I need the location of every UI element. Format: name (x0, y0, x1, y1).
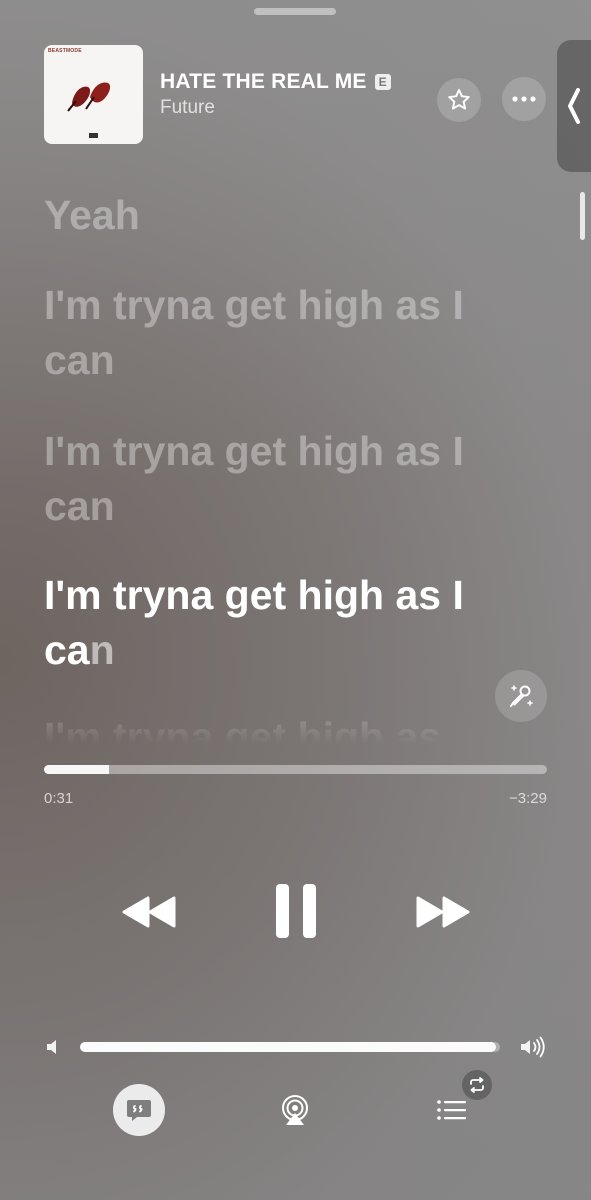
forward-icon (416, 896, 470, 928)
explicit-badge: E (374, 73, 391, 90)
favorite-button[interactable] (437, 78, 481, 122)
album-art[interactable]: BEASTMODE (44, 44, 143, 144)
more-options-button[interactable] (502, 77, 546, 121)
lyric-line-active[interactable]: I'm tryna get high as I can (44, 568, 514, 678)
repeat-badge[interactable] (462, 1070, 492, 1100)
sing-mode-button[interactable] (495, 670, 547, 722)
track-meta[interactable]: HATE THE REAL ME E Future (160, 70, 554, 119)
lyrics-quote-icon (127, 1100, 151, 1121)
album-art-graphic (67, 82, 111, 138)
playback-progress-bar[interactable] (44, 765, 547, 774)
volume-control (44, 1032, 547, 1062)
lyric-line[interactable]: I'm tryna get high as I can (44, 278, 514, 388)
volume-slider[interactable] (80, 1042, 500, 1052)
lyric-line[interactable]: I'm tryna get high as (44, 710, 441, 744)
transport-controls (0, 880, 591, 942)
queue-button[interactable] (432, 1092, 472, 1128)
speaker-low-icon (47, 1040, 56, 1054)
microphone-sparkle-icon (510, 685, 533, 707)
backward-icon (122, 896, 176, 928)
rewind-button[interactable] (118, 890, 180, 934)
scroll-indicator[interactable] (580, 192, 585, 240)
star-icon (448, 89, 470, 110)
artist-name[interactable]: Future (160, 97, 554, 119)
forward-button[interactable] (412, 890, 474, 934)
repeat-icon (470, 1077, 484, 1093)
track-title: HATE THE REAL ME (160, 69, 367, 93)
progress-fill (44, 765, 110, 774)
lyric-line[interactable]: I'm tryna get high as I can (44, 424, 514, 534)
pause-icon (276, 884, 316, 938)
airplay-icon (282, 1095, 308, 1125)
speaker-high-icon (521, 1036, 545, 1058)
bottom-toolbar (0, 1070, 591, 1140)
ellipsis-icon (512, 96, 536, 102)
airplay-button[interactable] (278, 1093, 312, 1127)
side-panel-tab[interactable] (557, 40, 591, 172)
sheet-grabber[interactable] (254, 8, 336, 15)
remaining-time: −3:29 (509, 790, 547, 807)
chevron-left-icon (568, 88, 580, 124)
list-icon (437, 1100, 466, 1120)
lyric-unsung-text: n (89, 627, 115, 673)
now-playing-header: BEASTMODE HATE THE REAL ME E Future (44, 44, 554, 144)
lyrics-button[interactable] (113, 1084, 165, 1136)
volume-fill (80, 1042, 496, 1052)
pause-button[interactable] (270, 880, 322, 942)
lyric-line[interactable]: Yeah (44, 188, 140, 243)
elapsed-time: 0:31 (44, 790, 74, 807)
